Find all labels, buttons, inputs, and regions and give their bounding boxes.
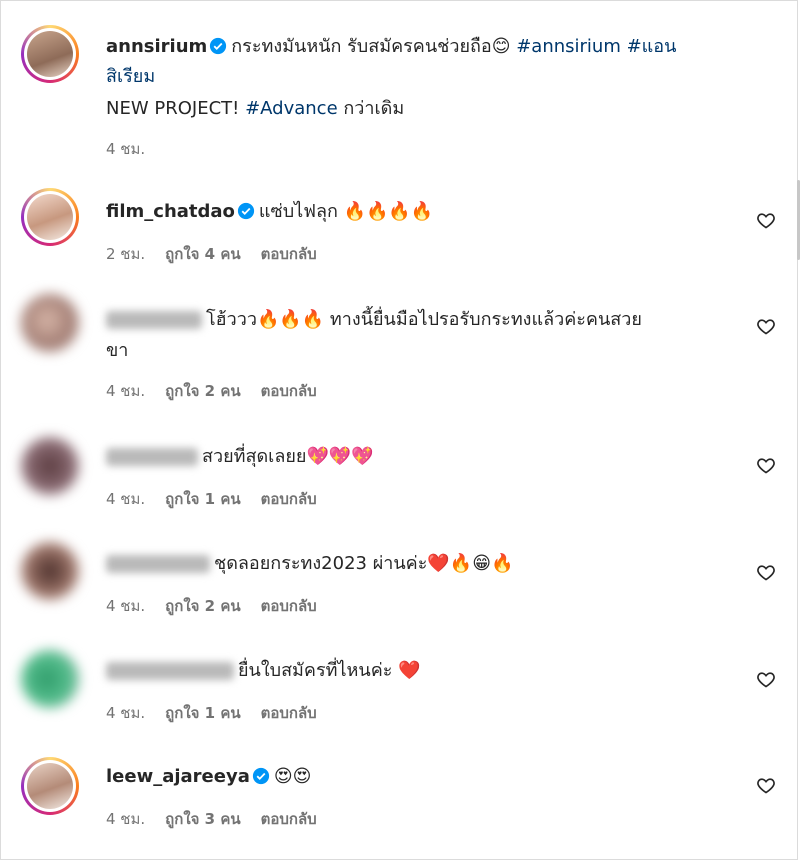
hashtag-link[interactable]: สิเรียม <box>106 66 155 87</box>
avatar[interactable] <box>21 542 79 600</box>
like-heart-icon[interactable] <box>756 210 776 230</box>
hashtag-link[interactable]: #annsirium <box>516 36 621 57</box>
avatar[interactable] <box>21 757 79 815</box>
comment-text: 😍😍 <box>273 766 312 787</box>
comment-meta: 4 ชม. ถูกใจ 1 คน ตอบกลับ <box>106 701 337 725</box>
comments-panel <box>0 0 798 860</box>
timestamp[interactable]: 4 ชม. <box>106 704 145 722</box>
caption-line-3: NEW PROJECT! #Advance กว่าเดิม <box>106 94 746 124</box>
caption-text: กระทงมันหนัก รับสมัครคนช่วยถือ😊 <box>231 36 517 57</box>
blurred-username[interactable] <box>106 662 234 680</box>
likes-count[interactable]: ถูกใจ 3 คน <box>165 810 240 828</box>
comment-meta: 2 ชม. ถูกใจ 4 คน ตอบกลับ <box>106 242 337 266</box>
reply-button[interactable]: ตอบกลับ <box>261 245 317 263</box>
blurred-username[interactable] <box>106 448 198 466</box>
comment-line: โฮ้ววว🔥🔥🔥 ทางนี้ยื่นมือไปรอรับกระทงแล้วค… <box>106 305 746 335</box>
verified-badge-icon <box>210 37 227 55</box>
comment-line: film_chatdao แซ่บไฟลุก 🔥🔥🔥🔥 <box>106 197 746 227</box>
verified-badge-icon <box>252 767 269 785</box>
reply-button[interactable]: ตอบกลับ <box>261 597 317 615</box>
comment-text: โฮ้ววว🔥🔥🔥 ทางนี้ยื่นมือไปรอรับกระทงแล้วค… <box>206 309 642 330</box>
comment-meta: 4 ชม. ถูกใจ 1 คน ตอบกลับ <box>106 487 337 511</box>
comment-line: ชุดลอยกระทง2023 ผ่านค่ะ❤️🔥😁🔥 <box>106 549 746 579</box>
likes-count[interactable]: ถูกใจ 2 คน <box>165 382 240 400</box>
likes-count[interactable]: ถูกใจ 4 คน <box>165 245 240 263</box>
comment-meta: 4 ชม. ถูกใจ 2 คน ตอบกลับ <box>106 379 337 403</box>
timestamp[interactable]: 4 ชม. <box>106 490 145 508</box>
avatar[interactable] <box>21 650 79 708</box>
blurred-username[interactable] <box>106 555 210 573</box>
comment-username[interactable]: film_chatdao <box>106 201 235 222</box>
timestamp[interactable]: 4 ชม. <box>106 382 145 400</box>
timestamp[interactable]: 4 ชม. <box>106 810 145 828</box>
caption-text: กว่าเดิม <box>337 98 405 119</box>
avatar[interactable] <box>21 25 79 83</box>
likes-count[interactable]: ถูกใจ 1 คน <box>165 704 240 722</box>
likes-count[interactable]: ถูกใจ 1 คน <box>165 490 240 508</box>
reply-button[interactable]: ตอบกลับ <box>261 704 317 722</box>
comment-username[interactable]: leew_ajareeya <box>106 766 250 787</box>
verified-badge-icon <box>237 202 255 220</box>
avatar[interactable] <box>21 437 79 495</box>
post-username[interactable]: annsirium <box>106 36 207 57</box>
blurred-username[interactable] <box>106 311 202 329</box>
comment-text: ยื่นใบสมัครที่ไหนค่ะ ❤️ <box>238 660 421 681</box>
like-heart-icon[interactable] <box>756 455 776 475</box>
reply-button[interactable]: ตอบกลับ <box>261 382 317 400</box>
likes-count[interactable]: ถูกใจ 2 คน <box>165 597 240 615</box>
avatar[interactable] <box>21 188 79 246</box>
caption-line-1: annsirium กระทงมันหนัก รับสมัครคนช่วยถือ😊… <box>106 32 746 62</box>
comment-line: ขา <box>106 336 746 366</box>
comment-text: สวยที่สุดเลยย💖💖💖 <box>202 446 374 467</box>
reply-button[interactable]: ตอบกลับ <box>261 490 317 508</box>
post-meta: 4 ชม. <box>106 137 165 161</box>
like-heart-icon[interactable] <box>756 316 776 336</box>
caption-line-2: สิเรียม <box>106 62 746 92</box>
hashtag-link[interactable]: #Advance <box>245 98 338 119</box>
like-heart-icon[interactable] <box>756 562 776 582</box>
hashtag-link[interactable]: #แอน <box>621 36 677 57</box>
avatar[interactable] <box>21 294 79 352</box>
comment-meta: 4 ชม. ถูกใจ 2 คน ตอบกลับ <box>106 594 337 618</box>
like-heart-icon[interactable] <box>756 775 776 795</box>
comment-text: ขา <box>106 340 129 361</box>
comment-line: leew_ajareeya 😍😍 <box>106 762 746 792</box>
timestamp[interactable]: 4 ชม. <box>106 140 145 158</box>
like-heart-icon[interactable] <box>756 669 776 689</box>
comment-meta: 4 ชม. ถูกใจ 3 คน ตอบกลับ <box>106 807 337 831</box>
reply-button[interactable]: ตอบกลับ <box>261 810 317 828</box>
timestamp[interactable]: 2 ชม. <box>106 245 145 263</box>
caption-text: NEW PROJECT! <box>106 98 246 119</box>
comment-line: ยื่นใบสมัครที่ไหนค่ะ ❤️ <box>106 656 746 686</box>
comment-text: แซ่บไฟลุก 🔥🔥🔥🔥 <box>258 201 434 222</box>
comment-text: ชุดลอยกระทง2023 ผ่านค่ะ❤️🔥😁🔥 <box>214 553 514 574</box>
comment-line: สวยที่สุดเลยย💖💖💖 <box>106 442 746 472</box>
timestamp[interactable]: 4 ชม. <box>106 597 145 615</box>
